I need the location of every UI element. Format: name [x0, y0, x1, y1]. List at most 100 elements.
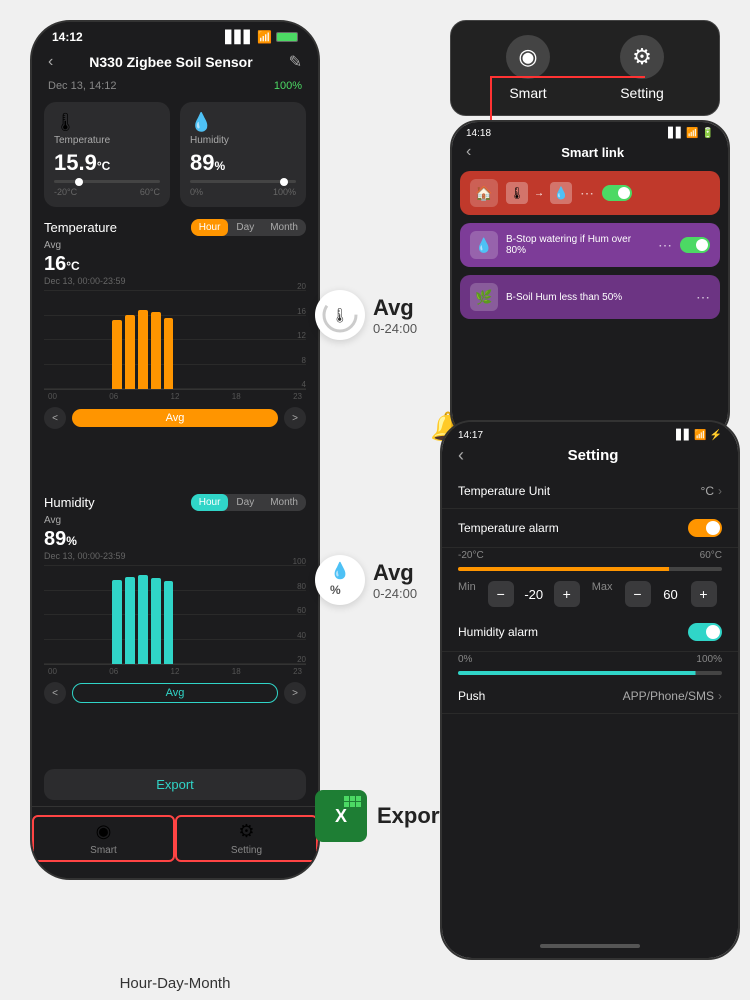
grid-line-20: 20 [44, 290, 306, 291]
hum-bar-8 [138, 575, 148, 664]
phone-screen: 14:12 ▋▋▋ 📶 ‹ N330 Zigbee Soil Sensor ✎ … [32, 22, 318, 878]
hum-tab-hour[interactable]: Hour [191, 494, 229, 511]
temp-avg-date: Dec 13, 00:00-23:59 [44, 276, 306, 286]
date-label: Dec 13, 14:12 [48, 80, 117, 92]
smart-card-1-content: 🌡 → 💧 [506, 182, 572, 204]
hum-range: 0% 100% [190, 187, 296, 197]
home-bar [540, 944, 640, 948]
smart-card-1-toggle[interactable] [602, 185, 632, 201]
setting-nav: ‹ Setting [442, 443, 738, 474]
temp-alarm-toggle[interactable] [688, 519, 722, 537]
temp-avg-pill[interactable]: Avg [72, 409, 278, 427]
hum-bar-6 [112, 580, 122, 664]
temp-icon: 🌡 [54, 112, 160, 133]
temp-tab-hour[interactable]: Hour [191, 219, 229, 236]
smart-link-status: 14:18 ▋▋ 📶 🔋 [452, 122, 728, 141]
grid-line-12: 12 [44, 339, 306, 340]
hum-tab-month[interactable]: Month [262, 494, 306, 511]
smart-nav-icon: ◉ [96, 821, 112, 842]
hum-nav-prev[interactable]: < [44, 682, 66, 704]
hum-grid-40: 40 [44, 639, 306, 640]
hum-nav-next[interactable]: > [284, 682, 306, 704]
temp-chart-title: Temperature [44, 220, 117, 235]
temp-tab-month[interactable]: Month [262, 219, 306, 236]
sensor-cards: 🌡 Temperature 15.9°C -20°C 60°C 💧 Humidi… [32, 98, 318, 215]
temp-nav-next[interactable]: > [284, 407, 306, 429]
setting-hum-alarm: Humidity alarm [442, 613, 738, 652]
edit-icon[interactable]: ✎ [289, 52, 302, 72]
min-val: -20 [522, 587, 546, 602]
smart-card-3-icon: 🌿 [470, 283, 498, 311]
setting-time: 14:17 [458, 430, 483, 441]
smart-card-2-icon: 💧 [470, 231, 498, 259]
nav-bar: ‹ N330 Zigbee Soil Sensor ✎ [32, 48, 318, 78]
setting-popup-item[interactable]: ⚙ Setting [620, 35, 664, 101]
excel-grid [344, 796, 361, 807]
min-minus[interactable]: − [488, 581, 514, 607]
smart-card-1-dots[interactable]: ⋯ [580, 185, 594, 202]
grid-line-4: 4 [44, 388, 306, 389]
hum-bar-chart: 100 80 60 40 20 [44, 565, 306, 665]
smart-link-title: Smart link [471, 145, 714, 160]
hum-slider [190, 180, 296, 183]
back-icon[interactable]: ‹ [48, 53, 53, 71]
bottom-nav-smart[interactable]: ◉ Smart [32, 815, 175, 862]
smart-card-2-text: B-Stop watering if Hum over 80% [506, 234, 650, 256]
temp-range-labels: -20°C 60°C [442, 548, 738, 563]
smart-card-2-toggle[interactable] [680, 237, 710, 253]
hum-annotation: 💧% Avg 0-24:00 [315, 555, 417, 605]
temp-card: 🌡 Temperature 15.9°C -20°C 60°C [44, 102, 170, 207]
hum-avg-value: 89% [44, 528, 306, 551]
export-button[interactable]: Export [44, 769, 306, 800]
temp-chart-nav: < Avg > [44, 407, 306, 429]
wifi-icon: 📶 [257, 30, 272, 44]
smart-card-2: 💧 B-Stop watering if Hum over 80% ⋯ [460, 223, 720, 267]
svg-text:🌡: 🌡 [331, 307, 349, 323]
temp-avg-value: 16°C [44, 253, 306, 276]
temp-nav-prev[interactable]: < [44, 407, 66, 429]
hum-avg-annotation: Avg 0-24:00 [373, 560, 417, 601]
temp-chart-header: Temperature Hour Day Month [44, 219, 306, 236]
temp-unit-value: °C › [701, 484, 722, 498]
hum-chart-labels: 00 06 12 18 23 [44, 665, 306, 678]
hum-tab-group: Hour Day Month [191, 494, 306, 511]
temp-avg-annotation: Avg 0-24:00 [373, 295, 417, 336]
bottom-nav-setting[interactable]: ⚙ Setting [175, 815, 318, 862]
nav-title: N330 Zigbee Soil Sensor [89, 54, 252, 70]
temp-chart-labels: 00 06 12 18 23 [44, 390, 306, 403]
hum-tab-day[interactable]: Day [228, 494, 262, 511]
max-plus[interactable]: + [691, 581, 717, 607]
bar-9 [151, 312, 161, 389]
max-minus[interactable]: − [625, 581, 651, 607]
hum-range-track [458, 671, 722, 675]
temp-avg-row: Avg [44, 240, 306, 251]
hum-range-labels: 0% 100% [442, 652, 738, 667]
temp-time-range: 0-24:00 [373, 321, 417, 336]
min-plus[interactable]: + [554, 581, 580, 607]
hum-icon: 💧 [190, 112, 296, 133]
hum-alarm-toggle[interactable] [688, 623, 722, 641]
left-phone: 14:12 ▋▋▋ 📶 ‹ N330 Zigbee Soil Sensor ✎ … [30, 20, 320, 880]
hum-grid-80: 80 [44, 590, 306, 591]
temp-tab-day[interactable]: Day [228, 219, 262, 236]
grid-line-8: 8 [44, 364, 306, 365]
min-stepper: − -20 + [488, 581, 580, 607]
hum-chart-title: Humidity [44, 495, 95, 510]
hum-grid-lines: 100 80 60 40 20 [44, 565, 306, 664]
smart-card-2-dots[interactable]: ⋯ [658, 237, 672, 254]
setting-temp-unit: Temperature Unit °C › [442, 474, 738, 509]
hum-avg-pill[interactable]: Avg [72, 683, 278, 703]
temp-slider-dot [75, 178, 83, 186]
temp-chart-section: Temperature Hour Day Month Avg 16°C Dec … [32, 215, 318, 488]
setting-temp-alarm: Temperature alarm [442, 509, 738, 548]
smart-popup-item[interactable]: ◉ Smart [506, 35, 550, 101]
grid-line-16: 16 [44, 315, 306, 316]
bar-7 [125, 315, 135, 389]
hum-avg-date: Dec 13, 00:00-23:59 [44, 551, 306, 561]
signal-icon: ▋▋▋ [225, 30, 253, 44]
smart-card-3-dots[interactable]: ⋯ [696, 289, 710, 306]
temp-annotation-icon: 🌡 [315, 290, 365, 340]
temp-label: Temperature [54, 135, 160, 146]
home-indicator [442, 914, 738, 958]
setting-push: Push APP/Phone/SMS › [442, 679, 738, 714]
